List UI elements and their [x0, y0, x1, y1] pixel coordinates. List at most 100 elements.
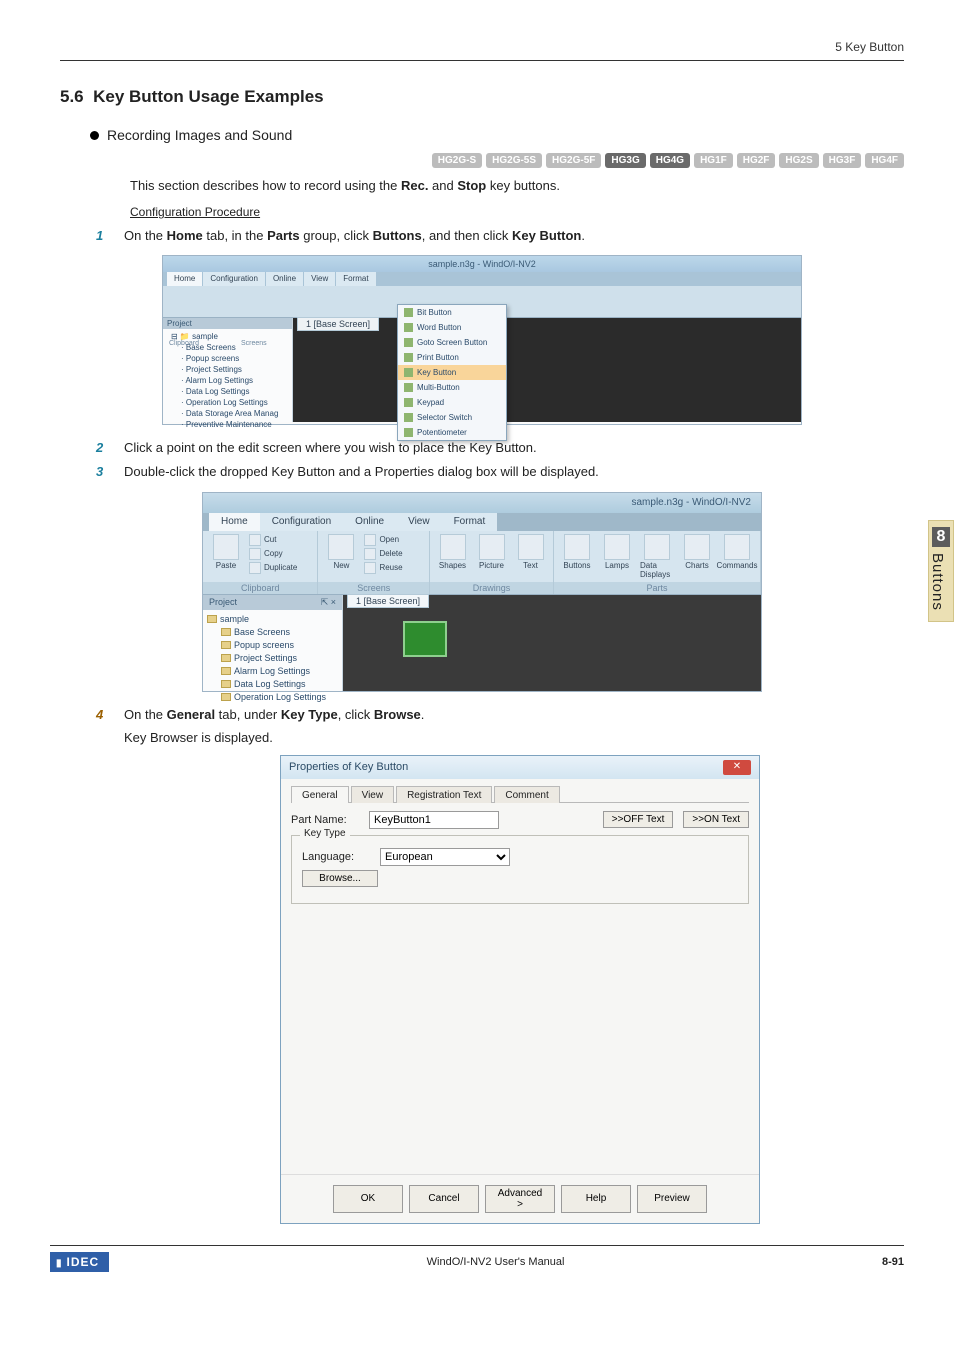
dialog-footer: OKCancelAdvanced >HelpPreview	[281, 1174, 759, 1223]
language-label: Language:	[302, 851, 370, 863]
menu-item[interactable]: Keypad	[398, 395, 506, 410]
pin-close-icon[interactable]: ⇱ ×	[321, 597, 336, 608]
key-type-fieldset: Key Type Language: European Browse...	[291, 835, 749, 904]
ribbon-tab[interactable]: Format	[336, 272, 375, 286]
ribbon-small-button[interactable]: Cut	[249, 534, 297, 546]
ribbon-tab[interactable]: Home	[167, 272, 202, 286]
fig2-screen-tab[interactable]: 1 [Base Screen]	[347, 594, 429, 608]
tree-item[interactable]: · Data Storage Area Manag	[167, 408, 288, 419]
fig2-canvas[interactable]: 1 [Base Screen]	[343, 595, 761, 691]
section-number: 5.6	[60, 87, 84, 106]
tree-item[interactable]: Operation Log Settings	[207, 691, 338, 704]
ribbon-tab[interactable]: Format	[442, 513, 498, 531]
ribbon-tab[interactable]: Configuration	[260, 513, 343, 531]
dialog-footer-button[interactable]: Preview	[637, 1185, 707, 1213]
ribbon-big-button[interactable]: Buttons	[560, 534, 594, 570]
subsection-heading: Recording Images and Sound	[90, 127, 904, 143]
ribbon-tab[interactable]: Home	[209, 513, 260, 531]
model-pill: HG2S	[779, 153, 818, 168]
dialog-tab[interactable]: Registration Text	[396, 786, 492, 803]
fig2-tree: sample Base Screens Popup screens Projec…	[203, 610, 342, 707]
section-title: 5.6 Key Button Usage Examples	[60, 87, 904, 107]
drawings-row: ShapesPictureText	[436, 534, 547, 580]
menu-item[interactable]: Key Button	[398, 365, 506, 380]
ribbon-small-button[interactable]: Open	[364, 534, 402, 546]
ribbon-tab[interactable]: View	[304, 272, 335, 286]
model-pill: HG2G-5S	[486, 153, 542, 168]
ribbon-tab[interactable]: Configuration	[203, 272, 265, 286]
figure-1-app-screenshot: sample.n3g - WindO/I-NV2 HomeConfigurati…	[162, 255, 802, 425]
ribbon-small-button[interactable]: Reuse	[364, 562, 402, 574]
header-rule	[60, 60, 904, 61]
ribbon-tab[interactable]: Online	[266, 272, 303, 286]
chapter-number: 8	[932, 527, 950, 547]
dialog-tab[interactable]: View	[351, 786, 395, 803]
fig2-placed-key-button[interactable]	[403, 621, 447, 657]
dialog-tab[interactable]: Comment	[494, 786, 559, 803]
menu-item[interactable]: Bit Button	[398, 305, 506, 320]
step-3: 3 Double-click the dropped Key Button an…	[96, 463, 904, 481]
header-section-ref: 5 Key Button	[60, 40, 904, 54]
ribbon-tab[interactable]: Online	[343, 513, 396, 531]
ribbon-big-button[interactable]: Shapes	[436, 534, 469, 570]
menu-item[interactable]: Potentiometer	[398, 425, 506, 440]
fig2-ribbon: Paste CutCopyDuplicate Clipboard New Ope…	[203, 531, 761, 595]
step-1: 1 On the Home tab, in the Parts group, c…	[96, 227, 904, 245]
fig1-tabs: HomeConfigurationOnlineViewFormat	[163, 272, 801, 286]
tree-item[interactable]: Alarm Log Settings	[207, 665, 338, 678]
browse-button[interactable]: Browse...	[302, 870, 378, 887]
tree-item[interactable]: · Alarm Log Settings	[167, 375, 288, 386]
ribbon-big-button[interactable]: Data Displays	[640, 534, 674, 579]
tree-item[interactable]: Popup screens	[207, 639, 338, 652]
tree-item[interactable]: · Popup screens	[167, 353, 288, 364]
model-pill: HG4G	[650, 153, 690, 168]
menu-item[interactable]: Multi-Button	[398, 380, 506, 395]
dialog-blank-area	[291, 904, 749, 1164]
tree-item[interactable]: · Data Log Settings	[167, 386, 288, 397]
figure-3-properties-dialog: Properties of Key Button ✕ GeneralViewRe…	[280, 755, 760, 1224]
fig1-canvas[interactable]: 1 [Base Screen]	[293, 318, 801, 422]
ribbon-big-button[interactable]: Charts	[680, 534, 714, 570]
dialog-footer-button[interactable]: OK	[333, 1185, 403, 1213]
ribbon-big-button[interactable]: Lamps	[600, 534, 634, 570]
menu-item[interactable]: Print Button	[398, 350, 506, 365]
tree-item[interactable]: · Operation Log Settings	[167, 397, 288, 408]
dialog-tabs: GeneralViewRegistration TextComment	[291, 785, 749, 803]
off-text-button[interactable]: >>OFF Text	[603, 811, 674, 828]
ribbon-small-button[interactable]: Copy	[249, 548, 297, 560]
tree-item[interactable]: Project Settings	[207, 652, 338, 665]
paste-button[interactable]: Paste	[209, 534, 243, 570]
step-4-sub: Key Browser is displayed.	[124, 730, 904, 745]
dialog-footer-button[interactable]: Help	[561, 1185, 631, 1213]
model-pill: HG2F	[737, 153, 776, 168]
step-2: 2 Click a point on the edit screen where…	[96, 439, 904, 457]
tree-item[interactable]: Base Screens	[207, 626, 338, 639]
ribbon-tab[interactable]: View	[396, 513, 442, 531]
ribbon-small-button[interactable]: Delete	[364, 548, 402, 560]
part-name-input[interactable]	[369, 811, 499, 829]
menu-item[interactable]: Selector Switch	[398, 410, 506, 425]
step-text: On the General tab, under Key Type, clic…	[124, 706, 424, 724]
dialog-tab[interactable]: General	[291, 786, 349, 803]
tree-item[interactable]: Data Log Settings	[207, 678, 338, 691]
chapter-side-tab: 8 Buttons	[928, 520, 954, 622]
language-select[interactable]: European	[380, 848, 510, 866]
menu-item[interactable]: Word Button	[398, 320, 506, 335]
dialog-footer-button[interactable]: Advanced >	[485, 1185, 555, 1213]
new-button[interactable]: New	[324, 534, 358, 570]
model-pill-row: HG2G-SHG2G-5SHG2G-5FHG3GHG4GHG1FHG2FHG2S…	[60, 153, 904, 168]
ribbon-big-button[interactable]: Commands	[720, 534, 754, 570]
dialog-footer-button[interactable]: Cancel	[409, 1185, 479, 1213]
ribbon-big-button[interactable]: Text	[514, 534, 547, 570]
model-pill: HG2G-S	[432, 153, 482, 168]
on-text-button[interactable]: >>ON Text	[683, 811, 749, 828]
ribbon-small-button[interactable]: Duplicate	[249, 562, 297, 574]
tree-item[interactable]: · Project Settings	[167, 364, 288, 375]
step-text: On the Home tab, in the Parts group, cli…	[124, 227, 585, 245]
menu-item[interactable]: Goto Screen Button	[398, 335, 506, 350]
subsection-text: Recording Images and Sound	[107, 127, 292, 143]
fig1-screen-tab[interactable]: 1 [Base Screen]	[297, 317, 379, 331]
close-icon[interactable]: ✕	[723, 760, 751, 775]
tree-item[interactable]: · Preventive Maintenance	[167, 419, 288, 430]
ribbon-big-button[interactable]: Picture	[475, 534, 508, 570]
